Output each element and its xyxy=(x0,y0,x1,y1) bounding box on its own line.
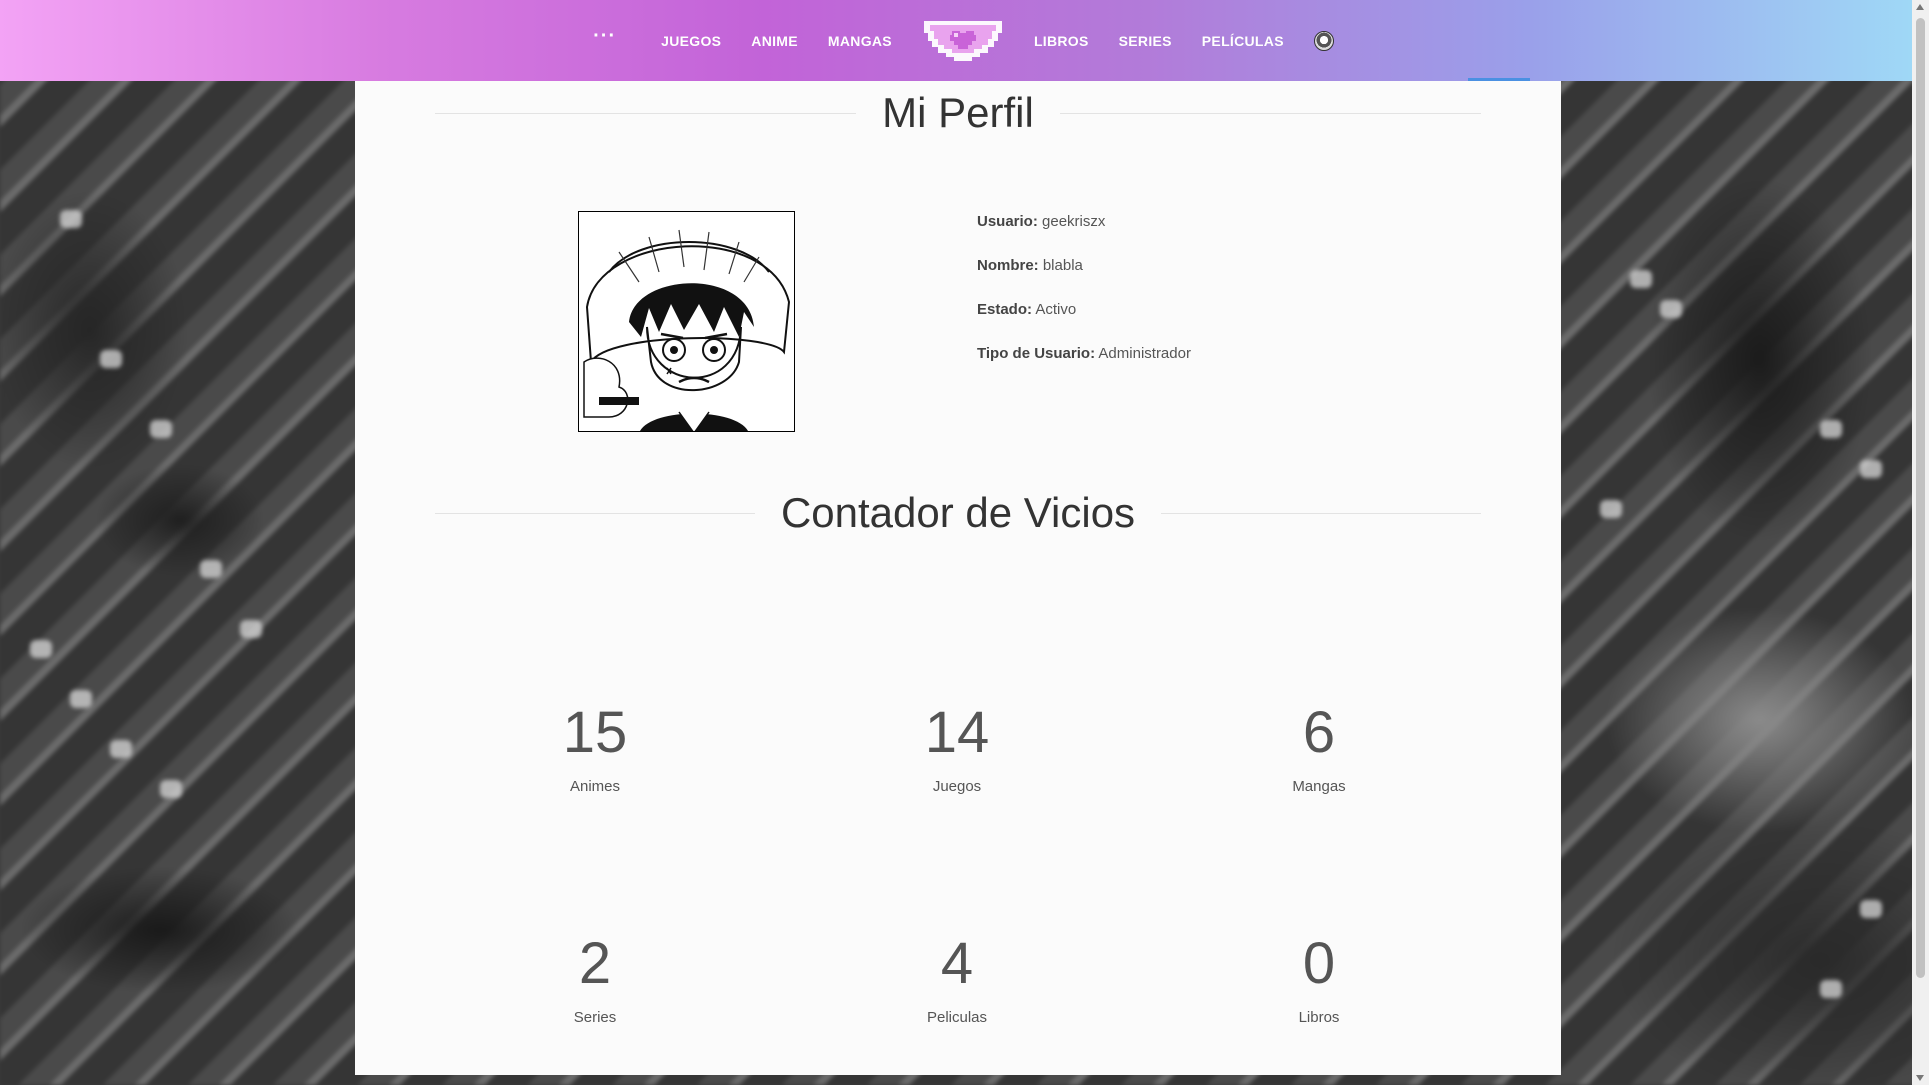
divider xyxy=(1161,512,1482,514)
main-nav: ··· JUEGOS ANIME MANGAS LIBROS SERIES PE… xyxy=(578,19,1334,63)
top-navbar: ··· JUEGOS ANIME MANGAS LIBROS SERIES PE… xyxy=(0,0,1912,81)
stat-label: Animes xyxy=(569,778,621,795)
profile-picture xyxy=(578,211,795,432)
nav-item-peliculas[interactable]: PELÍCULAS xyxy=(1187,33,1299,49)
counter-section-header: Contador de Vicios xyxy=(435,489,1482,537)
stat-label: Series xyxy=(573,1009,617,1026)
field-nombre: Nombre: blabla xyxy=(977,257,1191,301)
nav-item-anime[interactable]: ANIME xyxy=(736,33,813,49)
scroll-down-arrow-icon[interactable] xyxy=(1916,1075,1924,1081)
field-tipo-usuario: Tipo de Usuario: Administrador xyxy=(977,345,1191,389)
profile-panel: Mi Perfil Usuario: geekriszx Nombre: bla… xyxy=(355,81,1561,1075)
more-menu-button[interactable]: ··· xyxy=(578,25,646,48)
field-label: Estado: xyxy=(977,301,1033,318)
field-value: Administrador xyxy=(1098,345,1191,362)
page-title: Mi Perfil xyxy=(882,89,1034,136)
scroll-up-arrow-icon[interactable] xyxy=(1916,4,1924,10)
divider xyxy=(1059,112,1481,114)
stat-label: Juegos xyxy=(932,778,982,795)
profile-info: Usuario: geekriszx Nombre: blabla Estado… xyxy=(977,213,1191,389)
nav-item-libros[interactable]: LIBROS xyxy=(1019,33,1104,49)
nav-item-mangas[interactable]: MANGAS xyxy=(813,33,907,49)
stat-value: 4 xyxy=(940,931,974,996)
stat-libros: 0 Libros xyxy=(1169,931,1469,1027)
user-avatar-button[interactable] xyxy=(1313,30,1334,51)
field-usuario: Usuario: geekriszx xyxy=(977,213,1191,257)
nav-item-juegos[interactable]: JUEGOS xyxy=(646,33,736,49)
page-scrollbar[interactable] xyxy=(1912,0,1929,1085)
stat-mangas: 6 Mangas xyxy=(1169,700,1469,796)
divider xyxy=(435,512,755,514)
nav-item-series[interactable]: SERIES xyxy=(1104,33,1187,49)
stat-juegos: 14 Juegos xyxy=(807,700,1107,796)
stat-value: 2 xyxy=(578,931,612,996)
scroll-thumb[interactable] xyxy=(1916,18,1925,978)
stat-value: 0 xyxy=(1302,931,1336,996)
stat-peliculas: 4 Peliculas xyxy=(807,931,1107,1027)
field-label: Usuario: xyxy=(977,213,1038,230)
heart-logo-icon xyxy=(923,20,1002,61)
field-label: Tipo de Usuario: xyxy=(977,345,1096,362)
stat-label: Libros xyxy=(1298,1009,1340,1026)
site-logo[interactable] xyxy=(922,19,1004,63)
field-estado: Estado: Activo xyxy=(977,301,1191,345)
profile-section-header: Mi Perfil xyxy=(435,89,1481,137)
field-value: blabla xyxy=(1042,257,1083,274)
manga-character-avatar-icon xyxy=(579,212,794,431)
field-value: Activo xyxy=(1035,301,1077,318)
field-value: geekriszx xyxy=(1042,213,1106,230)
stat-value: 6 xyxy=(1302,700,1336,765)
stat-label: Mangas xyxy=(1292,778,1346,795)
section-title: Contador de Vicios xyxy=(780,489,1136,536)
stat-animes: 15 Animes xyxy=(445,700,745,796)
stat-value: 14 xyxy=(924,700,990,765)
stat-series: 2 Series xyxy=(445,931,745,1027)
stat-value: 15 xyxy=(562,700,628,765)
stat-label: Peliculas xyxy=(926,1009,988,1026)
field-label: Nombre: xyxy=(977,257,1039,274)
divider xyxy=(435,112,857,114)
